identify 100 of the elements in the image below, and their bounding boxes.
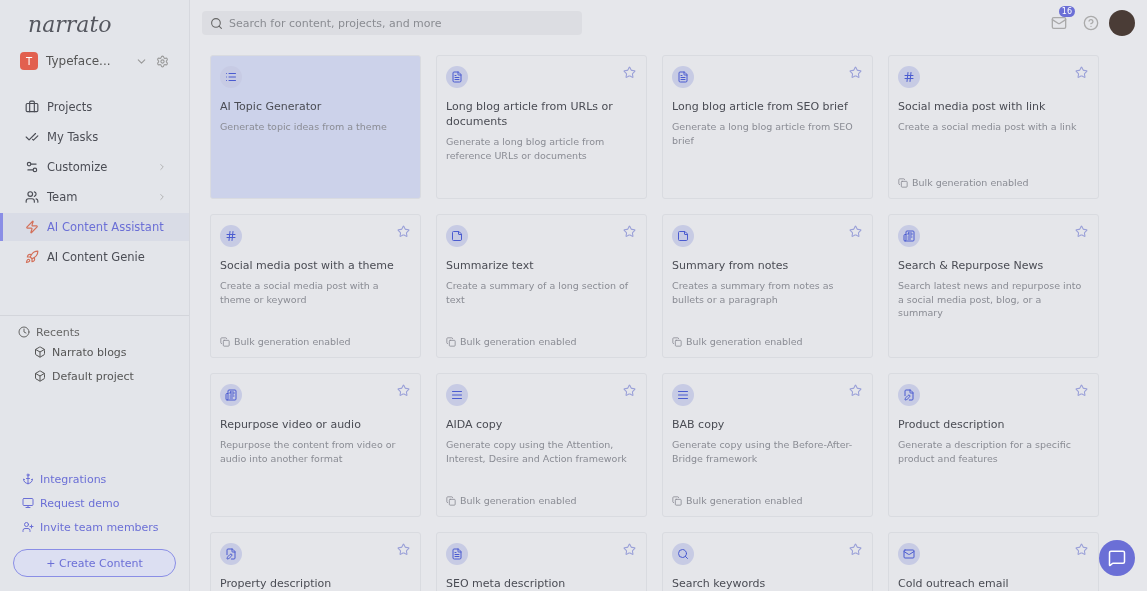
bulk-label: Bulk generation enabled: [460, 336, 577, 347]
card-title: Long blog article from URLs or documents: [446, 99, 614, 129]
tool-card[interactable]: Social media post with link Create a social media post with a link Bulk generation enabled: [888, 55, 1099, 199]
star-icon[interactable]: [623, 543, 636, 556]
tool-card[interactable]: Search keywords: [662, 532, 873, 591]
tool-card[interactable]: SEO meta description: [436, 532, 647, 591]
search-field[interactable]: Search for content, projects, and more: [202, 11, 582, 35]
cube-icon: [34, 346, 46, 358]
nav-item[interactable]: Projects: [0, 93, 189, 121]
workspace-name[interactable]: Typeface...: [46, 54, 127, 68]
recent-project[interactable]: Default project: [52, 369, 134, 383]
user-avatar[interactable]: [1109, 10, 1135, 36]
star-icon[interactable]: [849, 225, 862, 238]
recent-project[interactable]: Narrato blogs: [52, 345, 127, 359]
star-icon[interactable]: [397, 543, 410, 556]
envelope-icon: [898, 543, 920, 565]
newspaper-icon: [220, 384, 242, 406]
tool-card[interactable]: Search & Repurpose News Search latest news and repurpose into a social media post, blog, or a summary: [888, 214, 1099, 358]
bulk-label: Bulk generation enabled: [686, 495, 803, 506]
card-title: BAB copy: [672, 417, 726, 432]
tool-card[interactable]: Product description Generate a description for a specific product and features: [888, 373, 1099, 517]
document-icon: [446, 66, 468, 88]
tool-card[interactable]: Long blog article from SEO brief Generate a long blog article from SEO brief: [662, 55, 873, 199]
mail-icon[interactable]: [1051, 15, 1067, 31]
chat-button[interactable]: [1099, 540, 1135, 576]
note-icon: [446, 225, 468, 247]
anchor-icon: [22, 473, 34, 485]
star-icon[interactable]: [397, 384, 410, 397]
tool-card[interactable]: Repurpose video or audio Repurpose the content from video or audio into another format: [210, 373, 421, 517]
sidebar-link[interactable]: Request demo: [40, 496, 120, 510]
tool-card[interactable]: Summary from notes Creates a summary from notes as bullets or a paragraph Bulk generation enabled: [662, 214, 873, 358]
star-icon[interactable]: [623, 225, 636, 238]
star-icon[interactable]: [1075, 225, 1088, 238]
search-icon: [672, 543, 694, 565]
card-description: Generate copy using the Attention, Interest, Desire and Action framework: [446, 438, 628, 465]
hashtag-icon: [898, 66, 920, 88]
sidebar-link[interactable]: Invite team members: [40, 520, 159, 534]
star-icon[interactable]: [1075, 543, 1088, 556]
card-title: Cold outreach email: [898, 576, 1010, 591]
briefcase-icon: [25, 100, 39, 114]
tool-card[interactable]: Social media post with a theme Create a social media post with a theme or keyword Bulk generation enabled: [210, 214, 421, 358]
tool-card[interactable]: Cold outreach email: [888, 532, 1099, 591]
copy-icon: [446, 336, 456, 347]
card-description: Generate a description for a specific product and features: [898, 438, 1072, 465]
card-description: Repurpose the content from video or audio into another format: [220, 438, 397, 465]
newspaper-icon: [898, 225, 920, 247]
card-title: Product description: [898, 417, 1006, 432]
hashtag-icon: [220, 225, 242, 247]
tool-card[interactable]: Property description: [210, 532, 421, 591]
star-icon[interactable]: [1075, 66, 1088, 79]
document-icon: [672, 66, 694, 88]
card-title: Social media post with a theme: [220, 258, 395, 273]
bulk-label: Bulk generation enabled: [234, 336, 351, 347]
nav-item[interactable]: Customize: [0, 153, 189, 181]
star-icon[interactable]: [849, 384, 862, 397]
nav-item[interactable]: My Tasks: [0, 123, 189, 151]
notification-badge: 16: [1058, 6, 1075, 17]
nav-item[interactable]: Team: [0, 183, 189, 211]
star-icon[interactable]: [623, 384, 636, 397]
card-description: Create a summary of a long section of text: [446, 279, 630, 306]
star-icon[interactable]: [623, 66, 636, 79]
copy-icon: [672, 336, 682, 347]
tool-card[interactable]: Summarize text Create a summary of a long section of text Bulk generation enabled: [436, 214, 647, 358]
monitor-icon: [22, 497, 34, 509]
rocket-icon: [25, 250, 39, 264]
nav-item[interactable]: AI Content Genie: [0, 243, 189, 271]
workspace-avatar: T: [20, 52, 38, 70]
card-title: AI Topic Generator: [220, 99, 323, 114]
lines-icon: [672, 384, 694, 406]
star-icon[interactable]: [849, 66, 862, 79]
card-title: Search keywords: [672, 576, 767, 591]
double-check-icon: [25, 130, 39, 144]
document-icon: [446, 543, 468, 565]
tool-card[interactable]: BAB copy Generate copy using the Before-After-Bridge framework Bulk generation enabled: [662, 373, 873, 517]
tool-card[interactable]: AI Topic Generator Generate topic ideas from a theme: [210, 55, 421, 199]
settings-icon[interactable]: [156, 54, 169, 68]
card-description: Create a social media post with a link: [898, 120, 1078, 134]
document-pen-icon: [898, 384, 920, 406]
star-icon[interactable]: [1075, 384, 1088, 397]
tool-card[interactable]: AIDA copy Generate copy using the Attention, Interest, Desire and Action framework Bulk generation enabled: [436, 373, 647, 517]
copy-icon: [446, 495, 456, 506]
card-title: Search & Repurpose News: [898, 258, 1045, 273]
card-description: Generate a long blog article from SEO brief: [672, 120, 854, 147]
help-icon[interactable]: [1083, 15, 1099, 31]
card-title: Summarize text: [446, 258, 535, 273]
card-title: Long blog article from SEO brief: [672, 99, 849, 114]
card-description: Generate a long blog article from reference URLs or documents: [446, 135, 606, 162]
bulk-label: Bulk generation enabled: [912, 177, 1029, 188]
star-icon[interactable]: [397, 225, 410, 238]
chat-icon: [1108, 549, 1126, 567]
clock-icon: [18, 326, 30, 338]
card-description: Creates a summary from notes as bullets or a paragraph: [672, 279, 835, 306]
lightning-icon: [25, 220, 39, 234]
search-icon: [210, 17, 223, 30]
card-title: Summary from notes: [672, 258, 790, 273]
sidebar-link[interactable]: Integrations: [40, 472, 107, 486]
tool-card[interactable]: Long blog article from URLs or documents Generate a long blog article from reference URLs or documents: [436, 55, 647, 199]
bulk-label: Bulk generation enabled: [686, 336, 803, 347]
star-icon[interactable]: [849, 543, 862, 556]
user-plus-icon: [22, 521, 34, 533]
